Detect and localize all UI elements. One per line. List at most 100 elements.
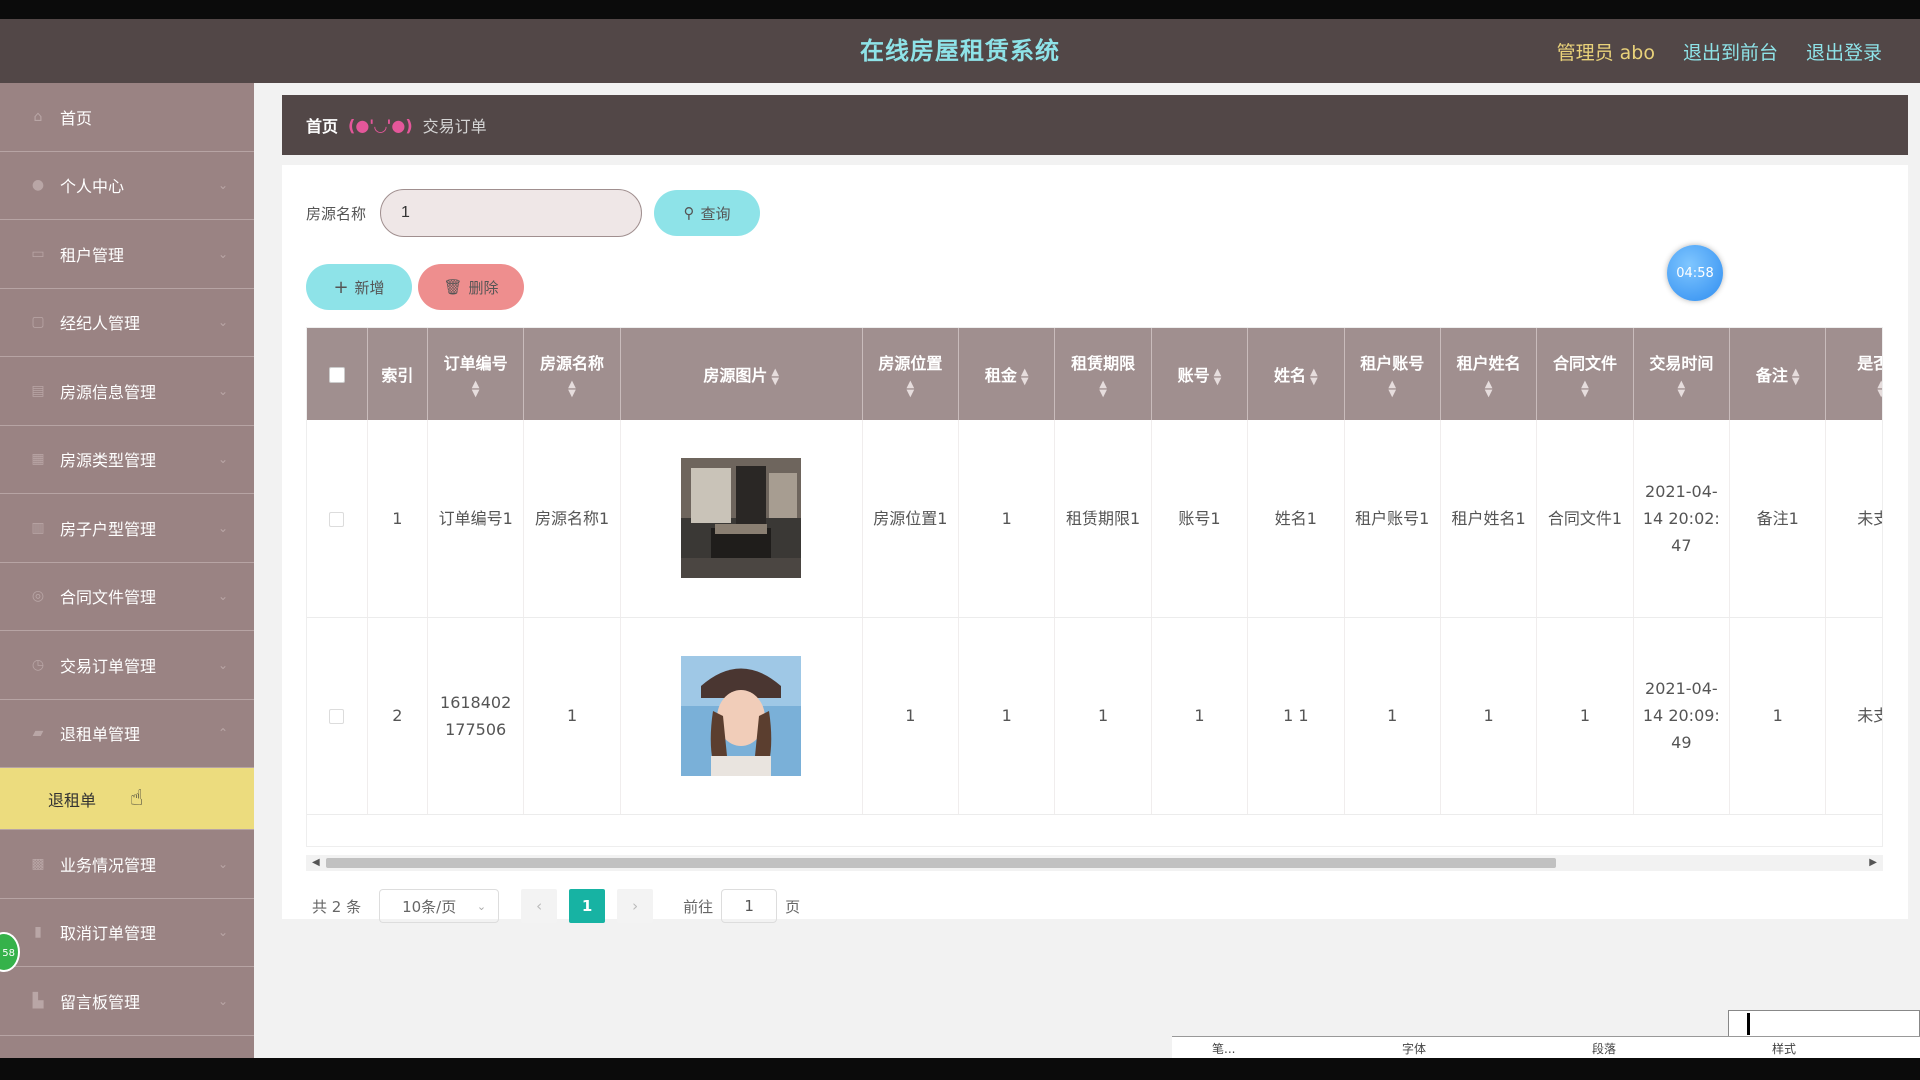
sort-icon[interactable]: ▲▼ <box>1214 367 1222 386</box>
toolbar-label: 段落 <box>1592 1042 1617 1056</box>
row-checkbox[interactable] <box>329 709 345 724</box>
sidebar-item-label: 个人中心 <box>60 177 125 197</box>
cell-term: 租赁期限1 <box>1054 420 1152 618</box>
content-panel: 04:58 房源名称 ⚲ 查询 + 新增 🗑 删除 <box>282 165 1908 923</box>
sidebar-item-business[interactable]: ▩ 业务情况管理 ⌄ <box>0 830 254 899</box>
total-count: 共 2 条 <box>312 897 362 916</box>
chevron-down-icon: ⌄ <box>217 178 228 193</box>
sidebar-item-home[interactable]: ⌂ 首页 <box>0 83 254 152</box>
sort-icon[interactable]: ▲▼ <box>1638 380 1725 399</box>
query-button-label: 查询 <box>700 204 731 223</box>
toolbar-label: 笔... <box>1212 1042 1236 1056</box>
search-bar: 房源名称 ⚲ 查询 <box>306 189 761 237</box>
sort-icon[interactable]: ▲▼ <box>1059 380 1146 399</box>
sidebar-item-label: 房源信息管理 <box>60 382 157 402</box>
col-header-tenant-account[interactable]: 租户账号 ▲ ▼ <box>1344 328 1441 420</box>
sort-icon[interactable]: ▲▼ <box>1830 380 1882 399</box>
sort-icon[interactable]: ▲▼ <box>1021 367 1029 386</box>
sidebar-item-personal-center[interactable]: ● 个人中心 ⌄ <box>0 152 254 220</box>
add-button-label: 新增 <box>354 278 385 297</box>
sidebar-item-agent[interactable]: ▢ 经纪人管理 ⌄ <box>0 289 254 357</box>
col-header-tenant-name[interactable]: 租户姓名 ▲ ▼ <box>1440 328 1538 420</box>
plus-icon: + <box>333 276 349 298</box>
row-checkbox[interactable] <box>329 511 345 527</box>
sort-icon[interactable]: ▲▼ <box>1310 367 1318 386</box>
room-photo[interactable] <box>681 458 802 579</box>
delete-button[interactable]: 🗑 删除 <box>418 264 524 310</box>
cell-tenant-name: 1 <box>1440 617 1538 815</box>
chevron-down-icon: ⌄ <box>217 452 228 467</box>
current-page-button[interactable]: 1 <box>569 889 606 923</box>
sidebar-item-contract[interactable]: ◎ 合同文件管理 ⌄ <box>0 563 254 631</box>
col-header-order-no[interactable]: 订单编号 ▲ ▼ <box>427 328 525 420</box>
message-board-icon: ▙ <box>32 992 44 1009</box>
col-header-term[interactable]: 租赁期限 ▲ ▼ <box>1054 328 1152 420</box>
cell-location: 房源位置1 <box>862 420 960 618</box>
chevron-down-icon: ⌄ <box>217 383 228 398</box>
query-button[interactable]: ⚲ 查询 <box>654 190 761 236</box>
toolbar-label: 字体 <box>1402 1042 1427 1056</box>
sidebar-item-tenant[interactable]: ▭ 租户管理 ⌄ <box>0 220 254 289</box>
next-page-button[interactable]: › <box>617 889 654 923</box>
col-header-remark[interactable]: 备注 ▲ ▼ <box>1729 328 1827 420</box>
col-header-contract[interactable]: 合同文件 ▲ ▼ <box>1536 328 1634 420</box>
sort-icon[interactable]: ▲▼ <box>1792 367 1800 386</box>
sort-icon[interactable]: ▲▼ <box>1445 380 1532 399</box>
sidebar-item-layout[interactable]: ▥ 房子户型管理 ⌄ <box>0 494 254 563</box>
goto-label: 前往 <box>683 897 714 916</box>
table-row[interactable]: 1 订单编号1 房源名称1 房源位置1 1 租赁期限1 账号1 姓名1 租户账号… <box>307 420 1882 618</box>
scroll-right-icon[interactable]: ▶ <box>1869 855 1877 871</box>
sidebar-item-refund[interactable]: ▰ 退租单管理 ⌃ <box>0 700 254 768</box>
timer-badge: 04:58 <box>1667 245 1723 301</box>
col-header-time[interactable]: 交易时间 ▲ ▼ <box>1633 328 1731 420</box>
prev-page-button[interactable]: ‹ <box>521 889 558 923</box>
cell-tenant-account: 租户账号1 <box>1344 420 1441 618</box>
cell-house-name: 房源名称1 <box>523 420 621 618</box>
sidebar-item-label: 退租单管理 <box>60 725 141 745</box>
horizontal-scrollbar[interactable]: ◀ ▶ <box>306 855 1883 871</box>
breadcrumb-home[interactable]: 首页 <box>306 113 338 137</box>
cell-location: 1 <box>862 617 960 815</box>
col-header-location[interactable]: 房源位置 ▲ ▼ <box>862 328 960 420</box>
scrollbar-thumb[interactable] <box>326 858 1556 868</box>
col-header-account[interactable]: 账号 ▲ ▼ <box>1151 328 1249 420</box>
girl-photo[interactable] <box>681 655 802 776</box>
sort-icon[interactable]: ▲▼ <box>1541 380 1628 399</box>
logout-link[interactable]: 退出登录 <box>1806 38 1882 65</box>
page-suffix: 页 <box>785 897 801 916</box>
col-header-house-name[interactable]: 房源名称 ▲ ▼ <box>523 328 621 420</box>
sidebar: ⌂ 首页 ● 个人中心 ⌄ ▭ 租户管理 ⌄ ▢ 经纪人管理 ⌄ ▤ 房源信息管… <box>0 83 254 1058</box>
search-icon: ⚲ <box>683 204 695 222</box>
sidebar-subitem-refund-order[interactable]: 退租单 ☝ <box>0 768 254 830</box>
sidebar-item-house-info[interactable]: ▤ 房源信息管理 ⌄ <box>0 357 254 426</box>
sidebar-item-cancel-order[interactable]: ▮ 取消订单管理 ⌄ <box>0 899 254 967</box>
scroll-left-icon[interactable]: ◀ <box>312 855 320 871</box>
sidebar-item-order[interactable]: ◷ 交易订单管理 ⌄ <box>0 631 254 700</box>
chevron-down-icon: ⌄ <box>217 246 228 261</box>
sidebar-item-label: 经纪人管理 <box>60 314 141 334</box>
page-size-select[interactable]: 10条/页 ⌄ <box>379 889 500 923</box>
cell-remark: 备注1 <box>1729 420 1827 618</box>
cell-contract: 合同文件1 <box>1536 420 1634 618</box>
sidebar-item-message-board[interactable]: ▙ 留言板管理 ⌄ <box>0 967 254 1036</box>
select-all-checkbox[interactable] <box>328 367 345 383</box>
goto-page-input[interactable]: 1 <box>721 889 778 923</box>
sort-icon[interactable]: ▲▼ <box>1349 380 1436 399</box>
chevron-down-icon: ⌄ <box>217 993 228 1008</box>
sort-icon[interactable]: ▲▼ <box>528 380 615 399</box>
col-header-paid[interactable]: 是否支▲▼ <box>1825 328 1882 420</box>
home-icon: ⌂ <box>33 108 43 125</box>
sort-icon[interactable]: ▲▼ <box>432 380 519 399</box>
sort-icon[interactable]: ▲▼ <box>771 367 779 386</box>
col-header-house-image[interactable]: 房源图片 ▲ ▼ <box>620 328 863 420</box>
col-header-rent[interactable]: 租金 ▲ ▼ <box>958 328 1056 420</box>
exit-to-front-link[interactable]: 退出到前台 <box>1683 38 1778 65</box>
table-row[interactable]: 2 1618402177506 1 1 1 1 1 1 1 1 1 1 2021… <box>307 617 1882 815</box>
sort-icon[interactable]: ▲▼ <box>867 380 954 399</box>
search-input[interactable] <box>380 189 643 237</box>
col-header-name[interactable]: 姓名 ▲ ▼ <box>1247 328 1345 420</box>
cell-time: 2021-04-14 20:09:49 <box>1633 617 1731 815</box>
col-header-index: 索引 <box>367 328 428 420</box>
sidebar-item-house-type[interactable]: ▦ 房源类型管理 ⌄ <box>0 426 254 494</box>
add-button[interactable]: + 新增 <box>306 264 412 310</box>
